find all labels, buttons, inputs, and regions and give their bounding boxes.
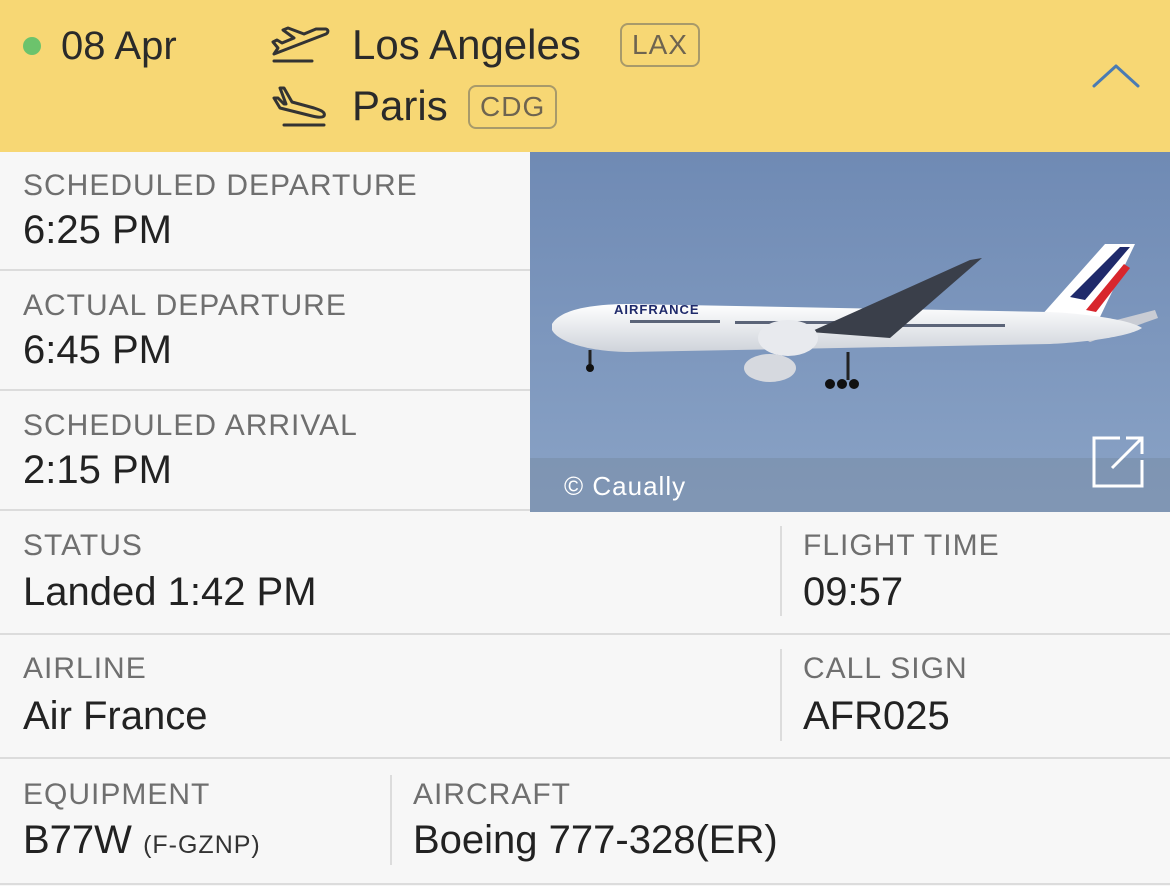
status-dot	[23, 37, 41, 55]
scheduled-departure-cell: SCHEDULED DEPARTURE 6:25 PM	[0, 152, 530, 271]
scheduled-arrival-cell: SCHEDULED ARRIVAL 2:15 PM	[0, 392, 530, 511]
chevron-up-icon[interactable]	[1090, 56, 1142, 96]
scheduled-departure-label: SCHEDULED DEPARTURE	[23, 169, 418, 202]
aircraft-photo[interactable]: AIRFRANCE © Caually	[530, 152, 1170, 512]
scheduled-arrival-value: 2:15 PM	[23, 448, 172, 492]
photo-credit: © Caually	[564, 471, 687, 501]
external-link-icon[interactable]	[1090, 434, 1146, 490]
airline-value: Air France	[23, 694, 208, 738]
divider	[780, 649, 782, 741]
equipment-registration: (F-GZNP)	[143, 831, 261, 859]
equipment-type: B77W	[23, 818, 132, 862]
equipment-row: EQUIPMENT B77W (F-GZNP) AIRCRAFT Boeing …	[0, 759, 1170, 886]
scheduled-departure-value: 6:25 PM	[23, 208, 172, 252]
arrival-code-badge: CDG	[468, 85, 558, 129]
airline-label: AIRLINE	[23, 652, 147, 685]
aircraft-value: Boeing 777-328(ER)	[413, 818, 778, 862]
equipment-label: EQUIPMENT	[23, 778, 211, 811]
status-label: STATUS	[23, 529, 143, 562]
departure-city: Los Angeles	[352, 21, 581, 68]
equipment-value: B77W (F-GZNP)	[23, 817, 261, 868]
flight-time-value: 09:57	[803, 570, 904, 614]
aircraft-label: AIRCRAFT	[413, 778, 571, 811]
flight-date: 08 Apr	[61, 24, 177, 68]
arrival-city: Paris	[352, 82, 448, 129]
call-sign-value: AFR025	[803, 694, 950, 738]
actual-departure-cell: ACTUAL DEPARTURE 6:45 PM	[0, 272, 530, 391]
actual-departure-label: ACTUAL DEPARTURE	[23, 289, 347, 322]
flight-header[interactable]: 08 Apr Los Angeles LAX Paris CDG	[0, 0, 1170, 152]
scheduled-arrival-label: SCHEDULED ARRIVAL	[23, 409, 358, 442]
departure-code-badge: LAX	[620, 23, 700, 67]
airline-row: AIRLINE Air France CALL SIGN AFR025	[0, 635, 1170, 759]
status-value: Landed 1:42 PM	[23, 570, 317, 614]
divider	[390, 775, 392, 865]
livery-text: AIRFRANCE	[614, 302, 700, 317]
call-sign-label: CALL SIGN	[803, 652, 968, 685]
divider	[780, 526, 782, 616]
flight-time-label: FLIGHT TIME	[803, 529, 1000, 562]
departure-plane-icon	[271, 26, 330, 63]
actual-departure-value: 6:45 PM	[23, 328, 172, 372]
bottom-divider	[0, 883, 1170, 885]
arrival-plane-icon	[272, 86, 326, 127]
status-row: STATUS Landed 1:42 PM FLIGHT TIME 09:57	[0, 512, 1170, 635]
